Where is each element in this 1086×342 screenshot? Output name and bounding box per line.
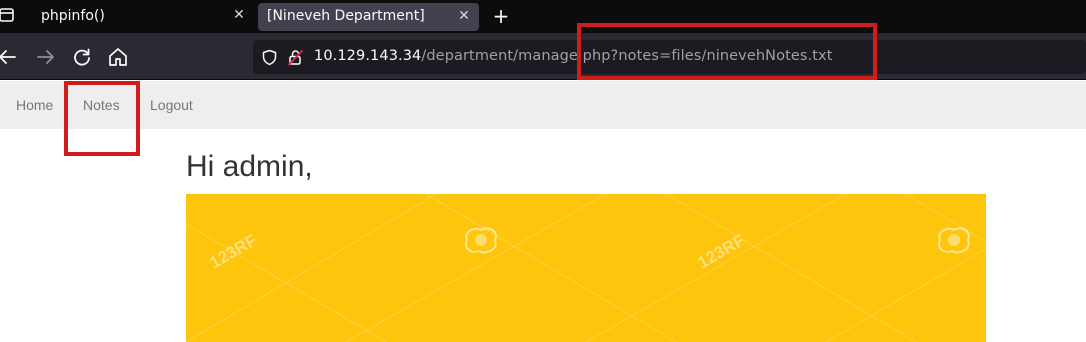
egg-watermark-icon — [938, 227, 970, 254]
new-tab-icon[interactable]: + — [491, 6, 511, 26]
tab-list-icon[interactable] — [0, 6, 16, 24]
insecure-lock-icon[interactable] — [287, 49, 304, 66]
forward-arrow-icon[interactable] — [35, 46, 57, 68]
back-arrow-icon[interactable] — [0, 46, 18, 68]
watermark-lines — [186, 194, 986, 342]
page-greeting: Hi admin, — [186, 150, 313, 183]
site-navbar: Home Notes Logout — [0, 81, 1086, 129]
highlight-box-notes-link — [64, 81, 140, 156]
tab-phpinfo[interactable]: phpinfo() ✕ — [31, 0, 255, 33]
tab-title: phpinfo() — [41, 8, 105, 24]
close-tab-icon[interactable]: ✕ — [456, 8, 472, 24]
browser-toolbar: 10.129.143.34/department/manage.php?note… — [0, 33, 1086, 80]
nav-link-logout[interactable]: Logout — [150, 97, 193, 113]
egg-watermark-icon — [465, 227, 497, 254]
nav-link-home[interactable]: Home — [16, 97, 53, 113]
banner-image: 123RF 123RF — [186, 194, 986, 342]
reload-icon[interactable] — [71, 46, 93, 68]
url-host: 10.129.143.34 — [314, 48, 422, 64]
close-tab-icon[interactable]: ✕ — [231, 7, 247, 23]
tab-nineveh-department[interactable]: [Nineveh Department] ✕ — [258, 3, 479, 31]
home-icon[interactable] — [107, 46, 129, 68]
tracking-protection-icon[interactable] — [261, 49, 278, 66]
highlight-box-url-parameter — [577, 23, 877, 80]
tab-title: [Nineveh Department] — [267, 8, 425, 24]
browser-tab-strip: phpinfo() ✕ [Nineveh Department] ✕ + — [0, 0, 1086, 33]
